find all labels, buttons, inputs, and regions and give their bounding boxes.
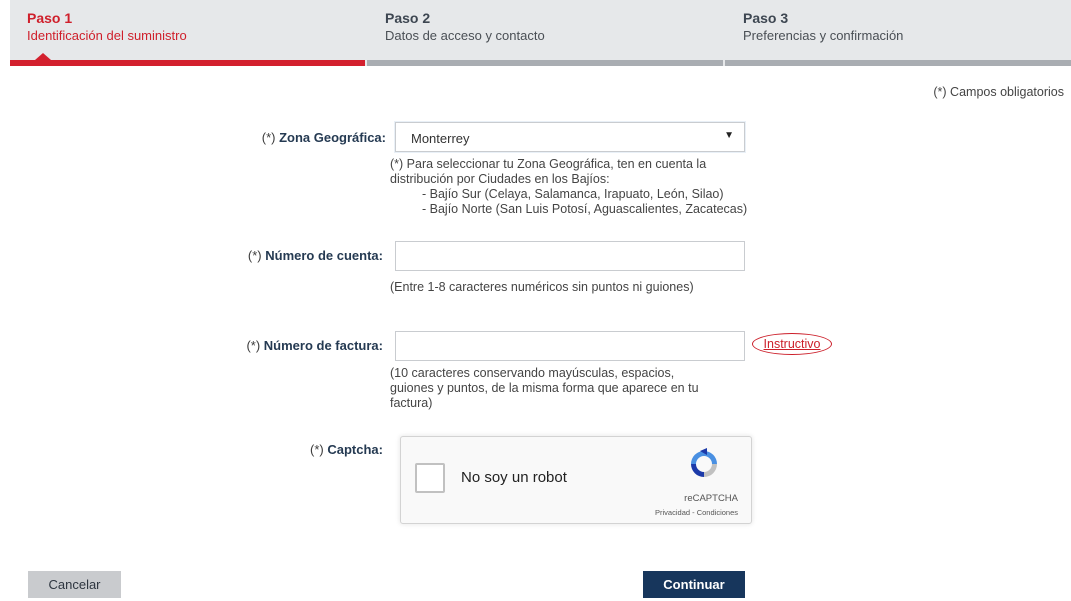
recaptcha-widget: No soy un robot reCAPTCHA Privacidad - C… bbox=[400, 436, 752, 524]
recaptcha-terms-link[interactable]: Condiciones bbox=[697, 508, 738, 517]
zona-label: (*) Zona Geográfica: bbox=[86, 130, 386, 145]
step-2-progress-bar bbox=[367, 60, 723, 66]
zona-required-mark: (*) bbox=[261, 130, 276, 145]
continue-button[interactable]: Continuar bbox=[643, 571, 745, 598]
step-3: Paso 3 Preferencias y confirmación bbox=[743, 11, 903, 45]
cuenta-label: (*) Número de cuenta: bbox=[83, 248, 383, 263]
zona-help-line: - Bajío Norte (San Luis Potosí, Aguascal… bbox=[422, 202, 748, 216]
zona-selected-value: Monterrey bbox=[411, 131, 470, 146]
zona-select[interactable]: Monterrey ▼ bbox=[395, 122, 745, 152]
recaptcha-privacy-link[interactable]: Privacidad bbox=[655, 508, 690, 517]
recaptcha-brand: reCAPTCHA bbox=[684, 493, 738, 504]
step-1-description: Identificación del suministro bbox=[27, 28, 187, 43]
step-3-description: Preferencias y confirmación bbox=[743, 28, 904, 43]
factura-help-line: (10 caracteres conservando mayúsculas, e… bbox=[390, 366, 675, 380]
factura-required-mark: (*) bbox=[246, 338, 261, 353]
factura-help: (10 caracteres conservando mayúsculas, e… bbox=[390, 366, 699, 411]
recaptcha-checkbox[interactable] bbox=[415, 463, 445, 493]
step-1-progress-bar bbox=[10, 60, 365, 66]
zona-help: (*) Para seleccionar tu Zona Geográfica,… bbox=[390, 157, 747, 217]
recaptcha-logo-icon bbox=[691, 448, 717, 477]
step-1: Paso 1 Identificación del suministro bbox=[27, 11, 187, 45]
factura-help-line: factura) bbox=[390, 396, 433, 410]
factura-help-line: guiones y puntos, de la misma forma que … bbox=[390, 381, 699, 395]
zona-help-line: - Bajío Sur (Celaya, Salamanca, Irapuato… bbox=[422, 187, 724, 201]
recaptcha-link-separator: - bbox=[690, 508, 697, 517]
step-2: Paso 2 Datos de acceso y contacto bbox=[385, 11, 545, 45]
zona-help-line: (*) Para seleccionar tu Zona Geográfica,… bbox=[390, 157, 707, 171]
required-fields-note: (*) Campos obligatorios bbox=[933, 85, 1064, 99]
factura-label-text: Número de factura: bbox=[263, 338, 383, 353]
cuenta-help: (Entre 1-8 caracteres numéricos sin punt… bbox=[390, 280, 694, 294]
captcha-required-mark: (*) bbox=[310, 442, 324, 457]
cuenta-label-text: Número de cuenta: bbox=[265, 248, 383, 263]
instructivo-link[interactable]: Instructivo bbox=[764, 337, 821, 351]
recaptcha-links: Privacidad - Condiciones bbox=[655, 508, 738, 517]
step-2-title: Paso 2 bbox=[385, 10, 431, 26]
active-step-indicator bbox=[35, 53, 51, 60]
step-3-progress-bar bbox=[725, 60, 1071, 66]
step-header: Paso 1 Identificación del suministro Pas… bbox=[10, 0, 1071, 66]
instructivo-highlight: Instructivo bbox=[752, 333, 832, 355]
factura-label: (*) Número de factura: bbox=[83, 338, 383, 353]
dropdown-arrow-icon: ▼ bbox=[724, 130, 734, 141]
step-1-title: Paso 1 bbox=[27, 10, 73, 26]
cuenta-required-mark: (*) bbox=[247, 248, 262, 263]
cuenta-input[interactable] bbox=[395, 241, 745, 271]
captcha-label: (*) Captcha: bbox=[83, 442, 383, 457]
factura-input[interactable] bbox=[395, 331, 745, 361]
step-3-title: Paso 3 bbox=[743, 10, 789, 26]
recaptcha-checkbox-label: No soy un robot bbox=[461, 469, 567, 486]
zona-label-text: Zona Geográfica: bbox=[279, 130, 386, 145]
cancel-button[interactable]: Cancelar bbox=[28, 571, 121, 598]
step-2-description: Datos de acceso y contacto bbox=[385, 28, 545, 43]
zona-help-line: distribución por Ciudades en los Bajíos: bbox=[390, 172, 610, 186]
captcha-label-text: Captcha: bbox=[327, 442, 383, 457]
